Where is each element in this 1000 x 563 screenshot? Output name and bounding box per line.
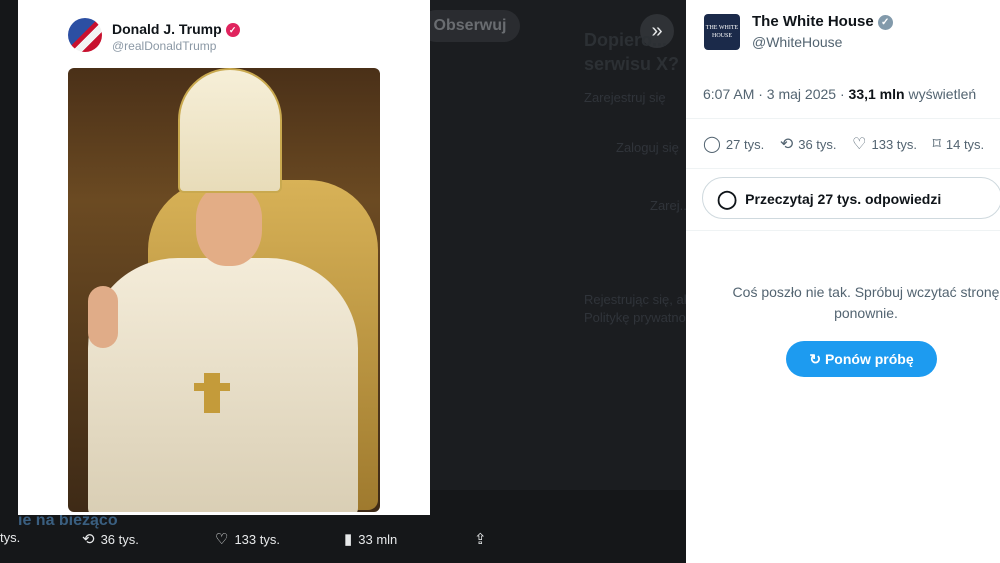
- heart-icon: ♡: [852, 136, 867, 153]
- divider: [686, 230, 1000, 231]
- read-replies-button[interactable]: ◯ Przeczytaj 27 tys. odpowiedzi: [702, 177, 1000, 219]
- tweet-stats-row: ◯ 27 tys. ⟲ 36 tys. ♡ 133 tys. ⌑ 14 tys.: [703, 134, 996, 154]
- like-stat[interactable]: ♡ 133 tys.: [852, 134, 917, 154]
- avatar[interactable]: [68, 18, 102, 52]
- face-shape: [196, 186, 262, 266]
- raised-hand-shape: [88, 286, 118, 348]
- faint-line: Zarejestruj się: [584, 90, 666, 105]
- views-action[interactable]: ▮ 33 mln: [344, 530, 397, 548]
- bar-chart-icon: ▮: [344, 531, 353, 548]
- share-action[interactable]: ⇪: [474, 530, 493, 548]
- tweet-time[interactable]: 6:07 AM · 3 maj 2025 ·: [703, 86, 849, 102]
- tweet-image[interactable]: [68, 68, 380, 512]
- views-label: wyświetleń: [904, 86, 977, 102]
- faint-line: Zaloguj się: [616, 140, 679, 155]
- like-action[interactable]: ♡ 133 tys.: [215, 530, 280, 548]
- retweet-icon: ⟲: [82, 531, 95, 548]
- author-handle[interactable]: @WhiteHouse: [752, 34, 842, 50]
- divider: [686, 118, 1000, 119]
- retweet-stat[interactable]: ⟲ 36 tys.: [780, 134, 837, 154]
- retweet-action[interactable]: ⟲ 36 tys.: [82, 530, 139, 548]
- verified-badge-icon: ✓: [225, 23, 240, 37]
- heart-icon: ♡: [215, 531, 229, 548]
- divider: [686, 168, 1000, 169]
- tweet-actions-bar: tys. ⟲ 36 tys. ♡ 133 tys. ▮ 33 mln ⇪: [0, 520, 686, 560]
- tweet-meta: 6:07 AM · 3 maj 2025 · 33,1 mln wyświetl…: [703, 86, 976, 102]
- whitehouse-logo[interactable]: THE WHITE HOUSE: [704, 14, 740, 50]
- views-count: 33,1 mln: [848, 86, 905, 102]
- author-name[interactable]: Donald J. Trump ✓: [112, 21, 240, 37]
- refresh-icon: ↻: [809, 351, 825, 367]
- speech-bubble-icon: ◯: [717, 189, 738, 209]
- error-message: Coś poszło nie tak. Spróbuj wczytać stro…: [732, 284, 1000, 321]
- retweet-icon: ⟲: [779, 136, 794, 153]
- bookmark-stat[interactable]: ⌑ 14 tys.: [933, 134, 985, 154]
- faint-line: Zarej...: [650, 198, 691, 213]
- retry-button[interactable]: ↻ Ponów próbę: [786, 341, 937, 377]
- mitre-shape: [178, 68, 282, 193]
- share-icon: ⇪: [474, 531, 487, 548]
- tweet-card: Donald J. Trump ✓ @realDonaldTrump: [18, 0, 430, 515]
- reply-action[interactable]: tys.: [0, 530, 20, 545]
- bookmark-icon: ⌑: [932, 136, 941, 153]
- follow-button[interactable]: Obserwuj: [420, 10, 520, 42]
- author-handle[interactable]: @realDonaldTrump: [112, 39, 216, 53]
- verified-badge-icon: ✓: [877, 15, 893, 30]
- comment-icon: ◯: [703, 136, 721, 153]
- cross-pendant-shape: [194, 373, 230, 413]
- author-name[interactable]: The White House ✓: [752, 13, 893, 30]
- reply-stat[interactable]: ◯ 27 tys.: [703, 134, 764, 154]
- faint-title: Dopiero... serwisu X?: [584, 30, 680, 74]
- whitehouse-tweet-panel: THE WHITE HOUSE The White House ✓ @WhiteH…: [686, 0, 1000, 563]
- faint-line: Politykę prywatności: [584, 310, 702, 325]
